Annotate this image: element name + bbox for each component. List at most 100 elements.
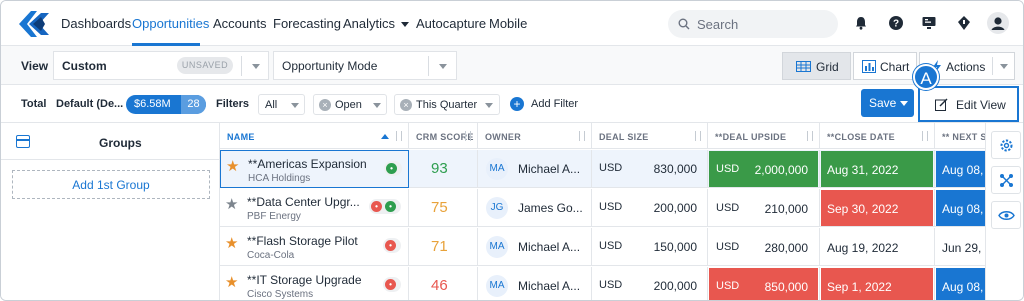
star-icon[interactable]: ★ <box>225 236 238 251</box>
chart-view-button[interactable]: Chart <box>853 52 917 80</box>
column-header-next-step[interactable]: ** NEXT S <box>935 123 985 149</box>
close-date-cell[interactable]: Aug 19, 2022 <box>820 228 935 266</box>
add-filter-button[interactable]: + Add Filter <box>506 94 578 115</box>
star-icon[interactable]: ★ <box>225 197 238 212</box>
owner-cell[interactable]: JG James Go... <box>478 189 592 227</box>
status-dot-icon: • <box>385 201 396 212</box>
save-button[interactable]: Save <box>861 89 914 117</box>
table-row[interactable]: ★ **Data Center Upgr... PBF Energy • • 75 JG Ja… <box>220 189 985 227</box>
next-step-cell[interactable]: Aug 08, <box>935 189 985 227</box>
deal-upside-cell[interactable]: USD 210,000 <box>708 189 820 227</box>
nav-autocapture[interactable]: Autocapture <box>416 16 486 31</box>
crm-score-cell[interactable]: 71 <box>409 228 478 266</box>
next-step-cell[interactable]: Jun 29, <box>935 228 985 266</box>
crm-score-cell[interactable]: 75 <box>409 189 478 227</box>
mode-select[interactable]: Opportunity Mode <box>273 51 457 80</box>
account-name[interactable]: HCA Holdings <box>248 173 310 184</box>
column-resize-handle[interactable] <box>396 131 402 141</box>
preview-button[interactable] <box>991 201 1021 229</box>
table-row[interactable]: ★ **Americas Expansion HCA Holdings • 93 MA Mi… <box>220 150 985 188</box>
view-label: View <box>21 59 49 73</box>
next-step-date: Aug 08, <box>942 202 984 216</box>
next-step-cell[interactable]: Aug 08, <box>935 267 985 300</box>
column-resize-handle[interactable] <box>465 131 471 141</box>
sort-ascending-icon[interactable] <box>381 134 389 139</box>
remove-filter-icon[interactable]: × <box>400 99 412 111</box>
column-header-deal-upside[interactable]: **DEAL UPSIDE <box>708 123 820 149</box>
opportunity-name[interactable]: **IT Storage Upgrade <box>247 273 362 287</box>
open-filter-chip[interactable]: × Open <box>313 94 387 115</box>
opportunity-name[interactable]: **Flash Storage Pilot <box>247 234 358 248</box>
name-cell[interactable]: ★ **Data Center Upgr... PBF Energy • • <box>220 189 409 227</box>
settings-button[interactable] <box>991 131 1021 159</box>
close-date-cell[interactable]: Sep 30, 2022 <box>820 189 935 227</box>
quarter-filter-chip[interactable]: × This Quarter <box>394 94 500 115</box>
lightbulb-icon[interactable] <box>956 15 972 31</box>
star-icon[interactable]: ★ <box>225 275 238 290</box>
owner-cell[interactable]: MA Michael A... <box>478 150 592 188</box>
owner-cell[interactable]: MA Michael A... <box>478 228 592 266</box>
column-header-name[interactable]: NAME <box>220 123 409 149</box>
column-header-crm-score[interactable]: CRM SCORE <box>409 123 478 149</box>
default-label[interactable]: Default (De... <box>56 98 123 110</box>
nav-accounts[interactable]: Accounts <box>213 16 266 31</box>
column-resize-handle[interactable] <box>922 131 928 141</box>
column-header-label: DEAL SIZE <box>599 132 649 142</box>
next-step-cell[interactable]: Aug 08, <box>935 150 985 188</box>
user-avatar-icon[interactable] <box>987 12 1009 34</box>
deal-size-cell[interactable]: USD 200,000 <box>592 267 708 300</box>
opportunity-name[interactable]: **Data Center Upgr... <box>247 195 360 209</box>
next-step-fill: Aug 08, <box>936 268 985 300</box>
nav-dashboards[interactable]: Dashboards <box>61 16 131 31</box>
status-dot-icon: • <box>385 240 396 251</box>
deal-upside-cell[interactable]: USD 280,000 <box>708 228 820 266</box>
search-input[interactable]: Search <box>668 10 838 38</box>
add-group-button[interactable]: Add 1st Group <box>12 170 210 199</box>
nav-opportunities[interactable]: Opportunities <box>132 16 209 31</box>
star-icon[interactable]: ★ <box>226 159 239 174</box>
column-header-deal-size[interactable]: DEAL SIZE <box>592 123 708 149</box>
account-name[interactable]: PBF Energy <box>247 211 301 222</box>
table-row[interactable]: ★ **IT Storage Upgrade Cisco Systems • 46 MA M… <box>220 267 985 300</box>
name-cell[interactable]: ★ **Americas Expansion HCA Holdings • <box>220 150 409 188</box>
view-select[interactable]: Custom <box>53 51 269 80</box>
monitor-icon[interactable] <box>921 15 937 31</box>
close-date-cell[interactable]: Sep 1, 2022 <box>820 267 935 300</box>
nav-mobile[interactable]: Mobile <box>489 16 527 31</box>
grid-label: Grid <box>816 60 839 74</box>
column-resize-handle[interactable] <box>807 131 813 141</box>
table-row[interactable]: ★ **Flash Storage Pilot Coca-Cola • 71 MA Mich… <box>220 228 985 266</box>
column-resize-handle[interactable] <box>579 131 585 141</box>
deal-upside-cell[interactable]: USD 850,000 <box>708 267 820 300</box>
nav-forecasting[interactable]: Forecasting <box>273 16 341 31</box>
deal-size-cell[interactable]: USD 200,000 <box>592 189 708 227</box>
help-icon[interactable]: ? <box>888 15 904 31</box>
divider <box>241 56 242 76</box>
edit-view-button[interactable]: Edit View <box>918 86 1019 122</box>
close-date: Aug 31, 2022 <box>827 163 899 177</box>
remove-filter-icon[interactable]: × <box>319 99 331 111</box>
column-resize-handle[interactable] <box>695 131 701 141</box>
account-name[interactable]: Coca-Cola <box>247 250 294 261</box>
name-cell[interactable]: ★ **Flash Storage Pilot Coca-Cola • <box>220 228 409 266</box>
column-header-owner[interactable]: OWNER <box>478 123 592 149</box>
deal-upside-cell[interactable]: USD 2,000,000 <box>708 150 820 188</box>
account-name[interactable]: Cisco Systems <box>247 289 313 300</box>
deal-size-cell[interactable]: USD 150,000 <box>592 228 708 266</box>
bell-icon[interactable] <box>853 15 869 31</box>
close-date-cell[interactable]: Aug 31, 2022 <box>820 150 935 188</box>
status-indicators: • <box>384 161 402 176</box>
logo[interactable] <box>17 9 51 39</box>
grid-view-button[interactable]: Grid <box>782 52 851 80</box>
opportunity-name[interactable]: **Americas Expansion <box>248 157 367 171</box>
column-header-close-date[interactable]: **CLOSE DATE <box>820 123 935 149</box>
deal-size-cell[interactable]: USD 830,000 <box>592 150 708 188</box>
crm-score-cell[interactable]: 93 <box>409 150 478 188</box>
network-button[interactable] <box>991 166 1021 194</box>
crm-score-cell[interactable]: 46 <box>409 267 478 300</box>
panel-toggle-icon[interactable] <box>16 135 30 148</box>
all-filter-select[interactable]: All <box>258 94 305 115</box>
nav-analytics[interactable]: Analytics <box>343 16 410 31</box>
name-cell[interactable]: ★ **IT Storage Upgrade Cisco Systems • <box>220 267 409 300</box>
owner-cell[interactable]: MA Michael A... <box>478 267 592 300</box>
